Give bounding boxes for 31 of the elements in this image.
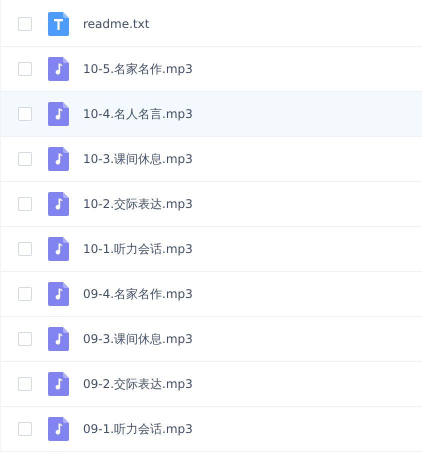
music-file-icon (48, 372, 69, 396)
checkbox[interactable] (18, 287, 32, 301)
file-name[interactable]: 09-2.交际表达.mp3 (83, 375, 193, 393)
file-name[interactable]: 09-3.课间休息.mp3 (83, 330, 193, 348)
file-name[interactable]: readme.txt (83, 15, 150, 33)
file-name[interactable]: 09-4.名家名作.mp3 (83, 285, 193, 303)
music-file-icon (48, 147, 69, 171)
music-file-icon (48, 192, 69, 216)
checkbox[interactable] (18, 17, 32, 31)
file-name[interactable]: 10-1.听力会话.mp3 (83, 240, 193, 258)
music-file-icon (48, 57, 69, 81)
file-name[interactable]: 10-4.名人名言.mp3 (83, 105, 193, 123)
checkbox[interactable] (18, 62, 32, 76)
checkbox[interactable] (18, 242, 32, 256)
music-file-icon (48, 237, 69, 261)
file-name[interactable]: 10-3.课间休息.mp3 (83, 150, 193, 168)
checkbox[interactable] (18, 332, 32, 346)
checkbox[interactable] (18, 107, 32, 121)
file-name[interactable]: 10-2.交际表达.mp3 (83, 195, 193, 213)
checkbox[interactable] (18, 152, 32, 166)
checkbox[interactable] (18, 422, 32, 436)
file-row[interactable]: 10-4.名人名言.mp3 (1, 92, 422, 137)
music-file-icon (48, 327, 69, 351)
music-file-icon (48, 417, 69, 441)
checkbox[interactable] (18, 197, 32, 211)
file-name[interactable]: 09-1.听力会话.mp3 (83, 420, 193, 438)
checkbox[interactable] (18, 377, 32, 391)
music-file-icon (48, 282, 69, 306)
text-file-icon (48, 12, 69, 36)
file-name[interactable]: 10-5.名家名作.mp3 (83, 60, 193, 78)
music-file-icon (48, 102, 69, 126)
